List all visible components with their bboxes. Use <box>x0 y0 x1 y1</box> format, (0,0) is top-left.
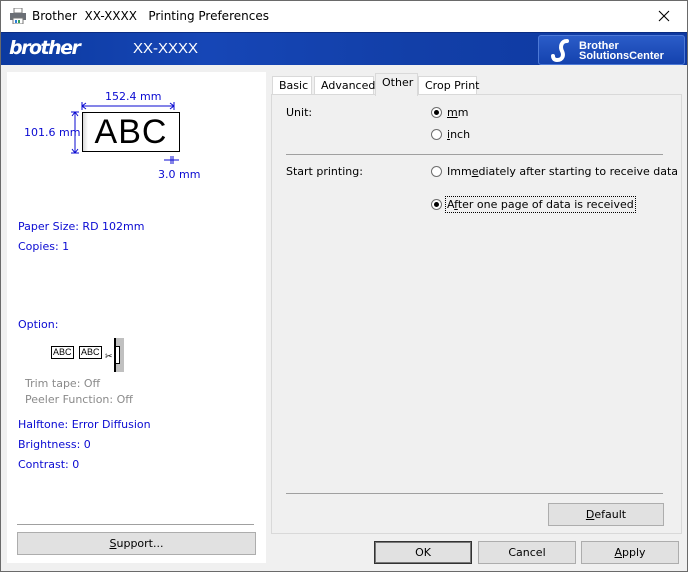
option-sample-1: ABC <box>51 346 74 359</box>
support-button[interactable]: Support... <box>17 532 256 555</box>
cutter-icon <box>114 338 124 372</box>
close-button[interactable] <box>641 1 687 31</box>
brother-s-icon <box>551 39 569 63</box>
brother-banner: brother XX-XXXX Brother SolutionsCenter <box>1 32 687 65</box>
left-separator <box>17 524 254 525</box>
tab-other[interactable]: Other <box>375 73 418 96</box>
unit-label: Unit: <box>286 106 313 119</box>
brightness-info: Brightness: 0 <box>18 438 91 451</box>
start-immediately-radio[interactable]: Immediately after starting to receive da… <box>431 165 678 178</box>
window-title: Brother XX-XXXX Printing Preferences <box>32 9 269 23</box>
radio-selected-indicator <box>431 107 442 118</box>
unit-inch-radio[interactable]: inch <box>431 128 470 141</box>
margin-dimension-marker <box>164 156 179 164</box>
height-label: 101.6 mm <box>24 126 81 139</box>
option-sample-2: ABC <box>79 346 102 359</box>
cancel-button[interactable]: Cancel <box>478 541 576 564</box>
label-preview: ABC <box>82 112 180 152</box>
other-tab-panel: Unit: mm inch Start printing: Immediatel… <box>271 94 682 534</box>
radio-indicator <box>431 129 442 140</box>
section-separator <box>286 154 663 155</box>
close-icon <box>658 10 670 22</box>
printer-icon <box>10 8 26 24</box>
tab-crop-print[interactable]: Crop Print <box>418 76 479 96</box>
option-label: Option: <box>18 318 59 331</box>
ok-button[interactable]: OK <box>374 541 472 564</box>
option-diagram: ABC ABC ✂ <box>51 338 131 372</box>
apply-button[interactable]: Apply <box>581 541 679 564</box>
width-label: 152.4 mm <box>105 90 162 103</box>
unit-mm-radio[interactable]: mm <box>431 106 468 119</box>
paper-size-info: Paper Size: RD 102mm <box>18 220 145 233</box>
brother-logo: brother <box>9 37 81 59</box>
bottom-separator <box>286 493 663 494</box>
scissors-icon: ✂ <box>105 352 113 362</box>
peeler-function-info: Peeler Function: Off <box>25 393 133 406</box>
contrast-info: Contrast: 0 <box>18 458 80 471</box>
model-name: XX-XXXX <box>133 40 199 57</box>
title-bar: Brother XX-XXXX Printing Preferences <box>1 1 687 32</box>
margin-label: 3.0 mm <box>158 168 201 181</box>
radio-selected-indicator <box>431 199 442 210</box>
solutions-center-button[interactable]: Brother SolutionsCenter <box>538 35 685 65</box>
solutions-center-line2: SolutionsCenter <box>579 50 664 62</box>
default-button[interactable]: Default <box>548 503 664 526</box>
start-printing-label: Start printing: <box>286 165 363 178</box>
radio-indicator <box>431 166 442 177</box>
tab-basic[interactable]: Basic <box>272 76 312 96</box>
tab-advanced[interactable]: Advanced <box>314 76 375 96</box>
copies-info: Copies: 1 <box>18 240 70 253</box>
preview-panel: 152.4 mm 101.6 mm ABC 3.0 mm Paper Size:… <box>7 72 266 563</box>
printing-preferences-window: Brother XX-XXXX Printing Preferences bro… <box>0 0 688 572</box>
trim-tape-info: Trim tape: Off <box>25 377 101 390</box>
halftone-info: Halftone: Error Diffusion <box>18 418 151 431</box>
start-after-page-radio[interactable]: After one page of data is received <box>431 196 636 213</box>
